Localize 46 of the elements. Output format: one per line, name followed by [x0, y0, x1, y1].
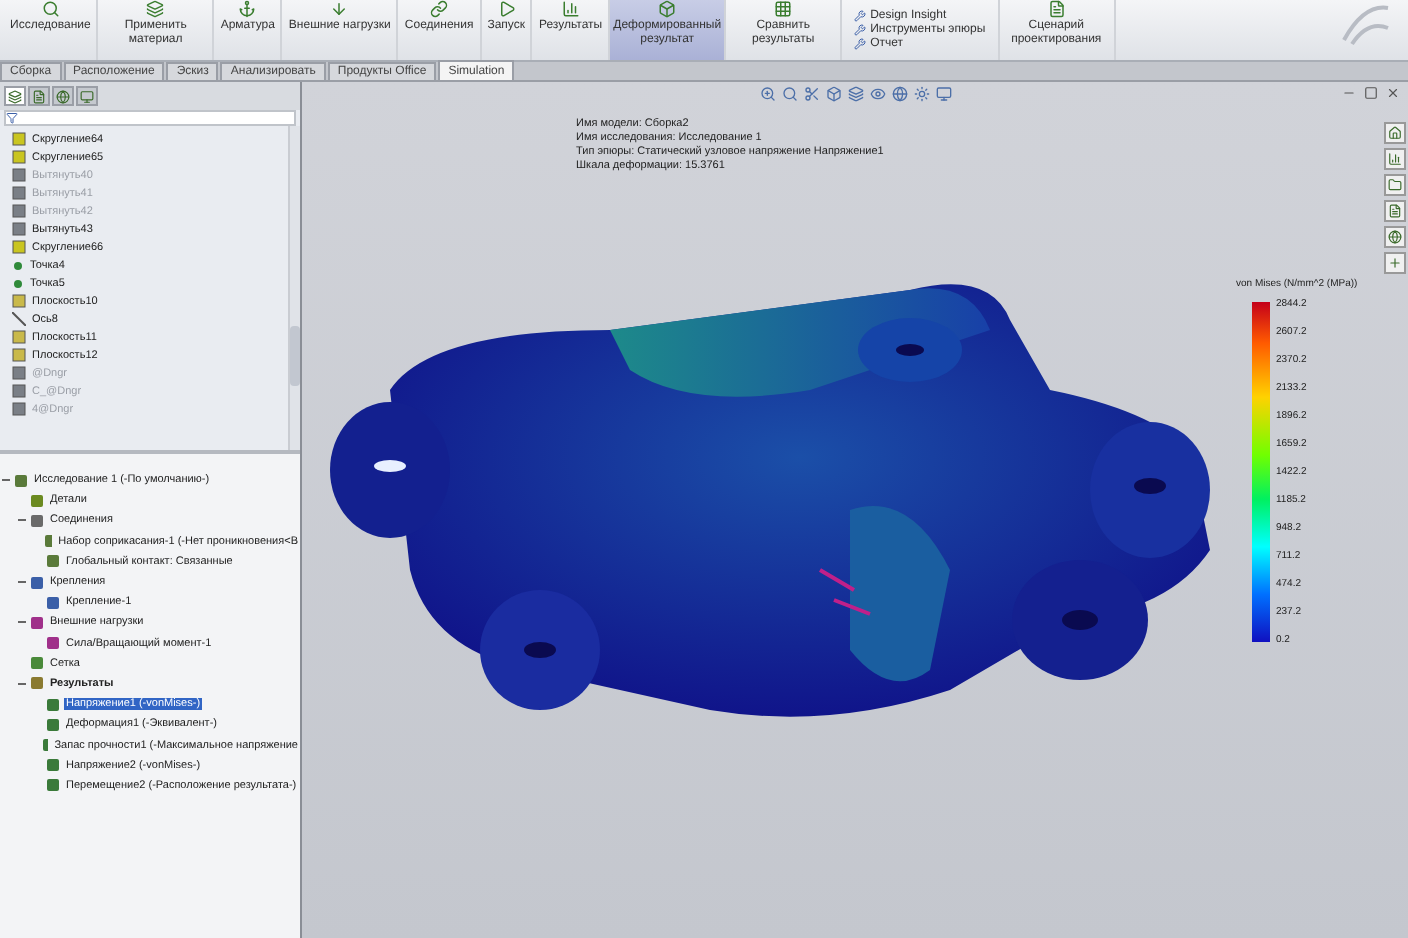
display-tab[interactable]	[76, 86, 98, 106]
fillet-icon	[12, 240, 26, 254]
minimize-icon[interactable]	[1342, 86, 1356, 100]
folder-icon[interactable]	[1384, 174, 1406, 196]
cube-icon[interactable]	[825, 86, 841, 102]
config-tab[interactable]	[52, 86, 74, 106]
chart-icon[interactable]	[1384, 148, 1406, 170]
connection-icon	[30, 513, 44, 528]
axis-icon	[12, 312, 26, 326]
globe-icon[interactable]	[1384, 226, 1406, 248]
play-icon	[497, 0, 516, 18]
filter-icon	[6, 112, 18, 124]
anchor-icon	[238, 0, 257, 18]
logo-icon	[1340, 0, 1392, 48]
filter-field[interactable]	[4, 110, 296, 126]
zoom-icon[interactable]	[759, 86, 775, 102]
close-icon[interactable]	[1386, 86, 1400, 100]
cube-icon	[658, 0, 677, 18]
eye-icon[interactable]	[869, 86, 885, 102]
section-icon[interactable]	[803, 86, 819, 102]
parts-icon	[30, 493, 44, 508]
mesh-icon	[30, 656, 44, 671]
document-icon[interactable]	[1384, 200, 1406, 222]
light-icon[interactable]	[913, 86, 929, 102]
scrollbar[interactable]	[288, 126, 300, 450]
bar-chart-icon	[561, 0, 580, 18]
monitor-icon[interactable]	[935, 86, 951, 102]
point-icon	[12, 259, 24, 271]
search-icon	[41, 0, 60, 18]
search-icon[interactable]	[781, 86, 797, 102]
home-icon[interactable]	[1384, 122, 1406, 144]
study-icon	[14, 473, 28, 488]
feature-tree-tab[interactable]	[4, 86, 26, 106]
plane-icon	[12, 294, 26, 308]
property-tab[interactable]	[28, 86, 50, 106]
restore-icon[interactable]	[1364, 86, 1378, 100]
globe-icon[interactable]	[891, 86, 907, 102]
document-icon	[1047, 0, 1066, 18]
point-icon	[12, 277, 24, 289]
grid-icon	[774, 0, 793, 18]
layers-icon	[146, 0, 165, 18]
arrow-down-icon	[330, 0, 349, 18]
results-icon	[30, 676, 44, 691]
layers-icon[interactable]	[847, 86, 863, 102]
plus-icon[interactable]	[1384, 252, 1406, 274]
link-icon	[430, 0, 449, 18]
